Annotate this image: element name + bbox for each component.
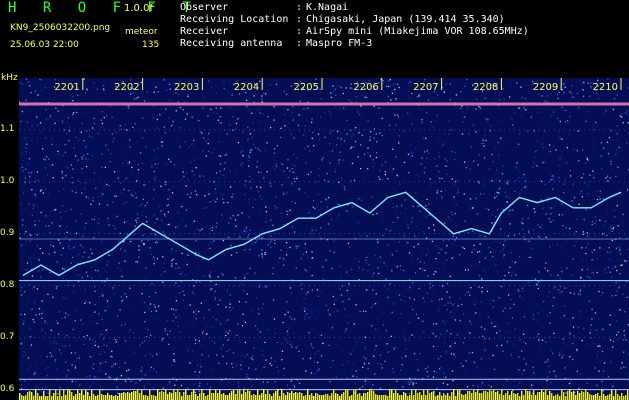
version-label: 1.0.0f bbox=[124, 3, 153, 14]
info-label-receiver: Receiver bbox=[180, 26, 229, 37]
info-label-observer: Observer bbox=[180, 2, 229, 13]
spectrogram-plot: 2201 2202 2203 2204 2205 2206 2207 2208 2209 2210 bbox=[19, 78, 629, 400]
info-colon: : bbox=[296, 26, 303, 37]
filename-label: KN9_2506032200.png bbox=[10, 23, 111, 33]
x-tick-label: 2205 bbox=[294, 82, 319, 93]
datetime-label: 25.06.03 22:00 bbox=[10, 40, 79, 50]
info-value-receiver: AirSpy mini (Miakejima VOR 108.65MHz) bbox=[306, 26, 529, 37]
x-tick-label: 2209 bbox=[533, 82, 558, 93]
info-colon: : bbox=[296, 14, 303, 25]
meteor-count: 135 bbox=[142, 40, 160, 50]
info-value-antenna: Maspro FM-3 bbox=[306, 38, 373, 49]
y-tick-label: 0.6 bbox=[0, 383, 15, 394]
x-tick-label: 2210 bbox=[593, 82, 618, 93]
x-tick-label: 2201 bbox=[54, 82, 79, 93]
y-tick-label: 0.8 bbox=[0, 279, 15, 290]
y-tick-label: 0.9 bbox=[0, 227, 15, 238]
x-tick-label: 2208 bbox=[473, 82, 498, 93]
x-tick-label: 2203 bbox=[174, 82, 199, 93]
y-axis: 0.6 0.7 0.8 0.9 1.0 1.1 bbox=[0, 78, 19, 400]
meteor-label: meteor bbox=[125, 27, 158, 37]
info-colon: : bbox=[296, 2, 303, 13]
info-value-location: Chigasaki, Japan (139.414 35.340) bbox=[306, 14, 505, 25]
y-tick-label: 1.0 bbox=[0, 175, 15, 186]
x-tick-label: 2202 bbox=[114, 82, 139, 93]
x-tick-label: 2206 bbox=[353, 82, 378, 93]
x-tick-label: 2207 bbox=[413, 82, 438, 93]
info-label-location: Receiving Location bbox=[180, 14, 289, 25]
x-tick-label: 2204 bbox=[234, 82, 259, 93]
y-tick-label: 0.7 bbox=[0, 331, 15, 342]
info-label-antenna: Receiving antenna bbox=[180, 38, 283, 49]
info-colon: : bbox=[296, 38, 303, 49]
y-tick-label: 1.1 bbox=[0, 123, 15, 134]
app-title: H R O F F T bbox=[8, 0, 200, 16]
info-value-observer: K.Nagai bbox=[306, 2, 349, 13]
hrofft-spectrogram-view: H R O F F T 1.0.0f KN9_2506032200.png me… bbox=[0, 0, 629, 400]
